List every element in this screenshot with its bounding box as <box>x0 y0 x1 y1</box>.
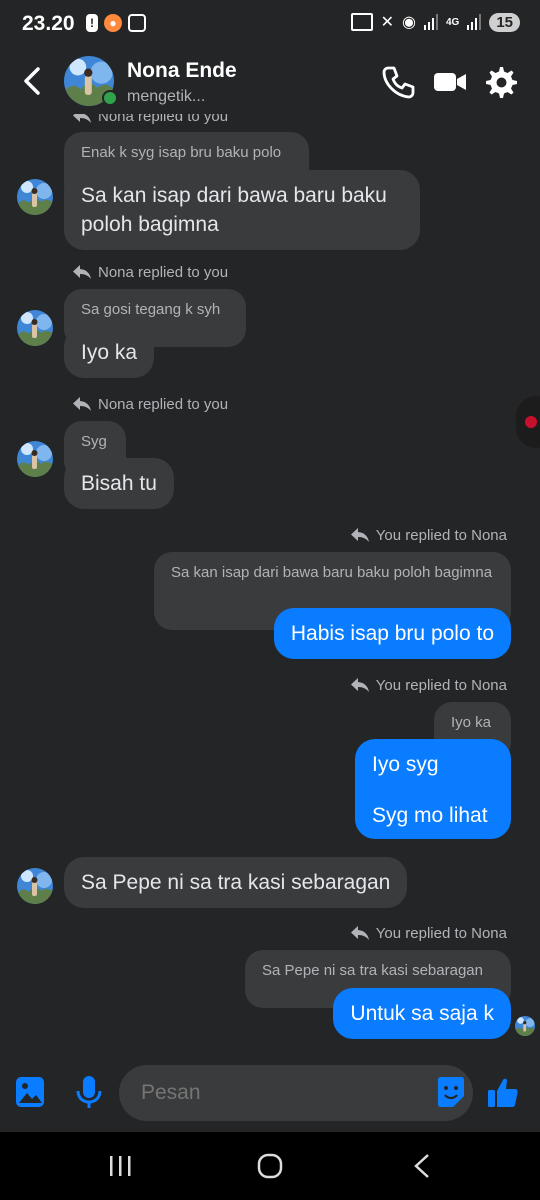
contact-name[interactable]: Nona Ende <box>127 59 237 83</box>
video-camera-icon[interactable] <box>432 64 468 100</box>
gallery-image-icon[interactable] <box>14 1074 48 1110</box>
reply-icon <box>72 394 92 414</box>
floating-bubble-handle[interactable] <box>516 396 540 448</box>
settings-gear-icon[interactable] <box>482 64 518 100</box>
online-indicator <box>102 90 118 106</box>
reply-context: Nona replied to you <box>72 262 228 282</box>
back-nav-icon[interactable] <box>404 1150 440 1182</box>
cast-icon <box>350 13 373 31</box>
reply-icon <box>72 262 92 282</box>
sticker-emoji-icon[interactable] <box>434 1074 468 1110</box>
status-bar: 23.20 ! ● ✕ ◉ 4G 15 <box>0 0 540 50</box>
phone-icon[interactable] <box>380 64 416 100</box>
signal-icon-2 <box>467 14 482 30</box>
reply-icon <box>72 114 92 126</box>
app-notification-icon: ● <box>104 14 122 32</box>
system-navigation-bar <box>0 1132 540 1200</box>
chat-header: Nona Ende mengetik... <box>0 50 540 114</box>
message-list[interactable]: Nona replied to you Enak k syg isap bru … <box>0 114 540 1052</box>
screenshot-icon <box>128 14 146 32</box>
message-bubble-outgoing[interactable]: Untuk sa saja k <box>333 988 511 1039</box>
message-composer <box>0 1052 540 1132</box>
typing-status: mengetik... <box>127 88 206 105</box>
reply-context: Nona replied to you <box>72 394 228 414</box>
reply-icon <box>350 675 370 695</box>
seen-receipt-avatar <box>515 1016 535 1036</box>
reply-context: Nona replied to you <box>72 114 228 126</box>
status-time: 23.20 <box>22 12 75 35</box>
recent-apps-icon[interactable] <box>102 1150 138 1182</box>
alert-icon: ! <box>86 14 98 32</box>
reply-context: You replied to Nona <box>350 923 507 943</box>
sender-avatar <box>17 179 53 215</box>
message-line: Syg mo lihat <box>372 804 488 827</box>
message-bubble-incoming[interactable]: Bisah tu <box>64 458 174 509</box>
reply-context: You replied to Nona <box>350 525 507 545</box>
message-line: Iyo syg <box>372 753 439 776</box>
message-bubble-outgoing[interactable]: Habis isap bru polo to <box>273 608 511 659</box>
sender-avatar <box>17 441 53 477</box>
reply-icon <box>350 923 370 943</box>
mute-icon: ✕ <box>380 14 394 31</box>
thumbs-up-like-icon[interactable] <box>486 1074 520 1110</box>
battery-level: 15 <box>489 12 520 32</box>
message-bubble-outgoing[interactable]: Iyo syg Syg mo lihat <box>355 739 511 839</box>
network-type: 4G <box>445 16 460 28</box>
message-bubble-incoming[interactable]: Iyo ka <box>64 327 155 378</box>
sender-avatar <box>17 868 53 904</box>
reply-context: You replied to Nona <box>350 675 507 695</box>
hotspot-icon: ◉ <box>402 14 416 31</box>
sender-avatar <box>17 310 53 346</box>
reply-icon <box>350 525 370 545</box>
message-input[interactable] <box>119 1065 473 1121</box>
signal-icon <box>423 14 438 30</box>
microphone-icon[interactable] <box>72 1074 106 1110</box>
message-bubble-incoming[interactable]: Sa Pepe ni sa tra kasi sebaragan <box>64 857 408 908</box>
home-icon[interactable] <box>252 1150 288 1182</box>
back-arrow-icon[interactable] <box>18 64 48 98</box>
message-bubble-incoming[interactable]: Sa kan isap dari bawa baru baku poloh ba… <box>64 170 420 250</box>
